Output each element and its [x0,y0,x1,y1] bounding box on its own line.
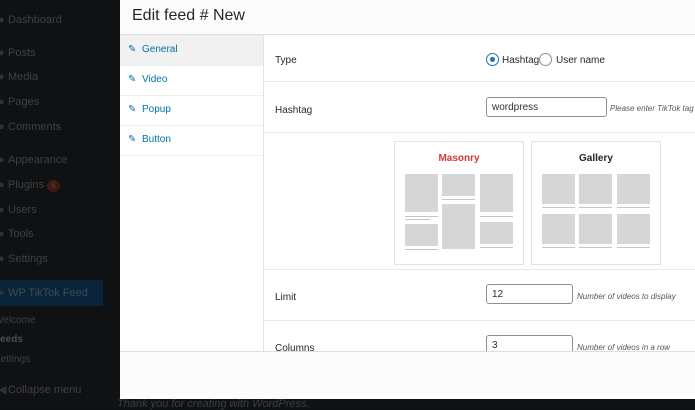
menu-item-comments[interactable]: ● Comments [0,115,61,139]
menu-item-label: Comments [8,121,62,133]
tab-popup[interactable]: ✎ Popup [120,95,263,126]
columns-label: Columns [275,343,315,351]
plugins-update-badge: 6 [47,180,60,192]
menu-item-posts[interactable]: ● Posts [0,41,36,65]
tiktok-feed-icon: ● [0,287,5,299]
collapse-icon: ◀ [0,384,7,396]
collapse-label: Collapse menu [8,384,82,396]
menu-item-dashboard[interactable]: ● Dashboard [0,8,62,32]
hashtag-label: Hashtag [275,105,313,116]
menu-item-label: Pages [8,96,40,108]
menu-item-tools[interactable]: ● Tools [0,222,34,246]
modal-tabs: ✎ General ✎ Video ✎ Popup ✎ Button [120,35,264,351]
menu-item-appearance[interactable]: ● Appearance [0,148,67,172]
menu-item-label: Media [8,71,38,83]
media-icon: ● [0,71,5,83]
wrench-icon: ✎ [128,134,137,145]
tools-icon: ● [0,228,5,240]
menu-item-label: Appearance [8,154,68,166]
menu-item-label: Users [8,204,37,216]
plugins-icon: ● [0,179,5,191]
type-radio-hashtag-label: Hashtag [502,55,540,66]
layout-masonry-title: Masonry [438,153,480,164]
limit-label: Limit [275,292,297,303]
limit-hint: Number of videos to display [577,292,676,301]
type-radio-username[interactable] [539,53,552,66]
pages-icon: ● [0,96,5,108]
comments-icon: ● [0,121,5,133]
layout-card-masonry[interactable]: Masonry [394,141,524,265]
limit-input[interactable]: 12 [486,284,573,304]
divider [264,269,695,270]
users-icon: ● [0,204,5,216]
menu-item-settings[interactable]: ● Settings [0,247,48,271]
divider [264,320,695,321]
menu-item-users[interactable]: ● Users [0,198,37,222]
menu-item-label: Settings [8,253,48,265]
modal-title: Edit feed # New [132,7,245,24]
wrench-icon: ✎ [128,44,137,55]
menu-item-label: Posts [8,47,36,59]
masonry-preview [405,174,513,254]
submenu-item-settings[interactable]: Settings [0,348,30,372]
type-radio-hashtag[interactable] [486,53,499,66]
posts-icon: ● [0,47,5,59]
menu-item-label: Tools [8,228,34,240]
modal-body: Type Hashtag User name Hashtag wordpress… [264,35,695,351]
divider [264,81,695,82]
appearance-icon: ● [0,154,5,166]
tab-video[interactable]: ✎ Video [120,65,263,96]
submenu-label: Welcome [0,315,36,326]
collapse-menu-button[interactable]: ◀ Collapse menu [0,378,81,402]
menu-item-pages[interactable]: ● Pages [0,90,39,114]
gallery-preview [542,174,650,254]
footer-thank-you: Thank you for creating with WordPress. [117,398,310,410]
edit-feed-modal: Edit feed # New ✎ General ✎ Video ✎ Popu… [120,0,695,399]
tab-label: General [142,44,178,55]
menu-item-label: WP TikTok Feed [8,287,88,299]
tab-label: Button [142,134,171,145]
menu-item-label: Dashboard [8,14,62,26]
modal-footer [120,351,695,399]
submenu-label: Feeds [0,334,23,345]
tab-label: Popup [142,104,171,115]
tab-button[interactable]: ✎ Button [120,125,263,156]
menu-item-wp-tiktok-feed[interactable]: ● WP TikTok Feed [0,281,88,305]
wrench-icon: ✎ [128,104,137,115]
divider [264,132,695,133]
menu-item-label: Plugins [8,179,45,191]
tab-general[interactable]: ✎ General [120,35,263,66]
settings-icon: ● [0,253,5,265]
hashtag-hint: Please enter TikTok tag [610,104,694,113]
modal-header: Edit feed # New [120,0,695,35]
type-radio-username-label: User name [556,55,605,66]
type-label: Type [275,55,297,66]
submenu-label: Settings [0,354,31,365]
columns-hint: Number of videos in a row [577,343,670,351]
tab-label: Video [142,74,168,85]
menu-item-plugins[interactable]: ● Plugins 6 [0,173,60,197]
layout-card-gallery[interactable]: Gallery [531,141,661,265]
hashtag-input[interactable]: wordpress [486,97,607,117]
wrench-icon: ✎ [128,74,137,85]
layout-gallery-title: Gallery [579,153,613,164]
columns-input[interactable]: 3 [486,335,573,351]
dashboard-icon: ● [0,14,5,26]
wp-admin-sidebar: ● Dashboard ● Posts ● Media ● Pages ● Comment… [0,0,103,408]
menu-item-media[interactable]: ● Media [0,65,38,89]
